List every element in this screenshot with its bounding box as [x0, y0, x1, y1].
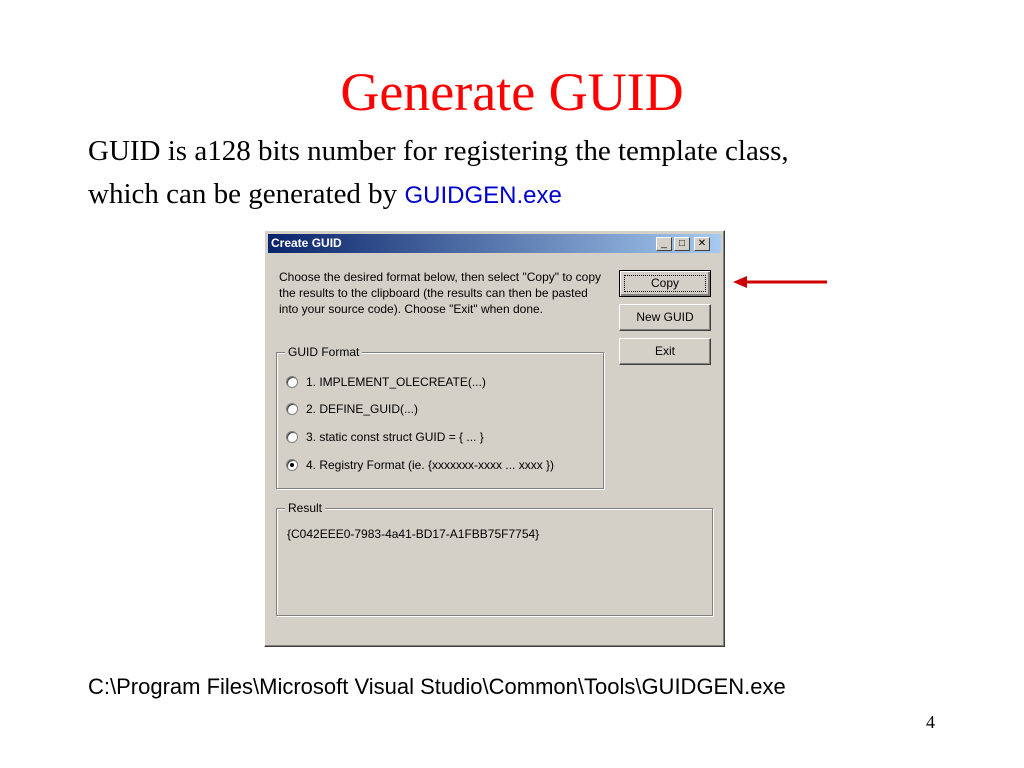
exit-button[interactable]: Exit: [619, 338, 711, 365]
format-option-1[interactable]: 1. IMPLEMENT_OLECREATE(...): [286, 374, 486, 390]
format-option-label: 3. static const struct GUID = { ... }: [306, 430, 484, 444]
result-group: Result {C042EEE0-7983-4a41-BD17-A1FBB75F…: [276, 501, 713, 616]
copy-button-label: Copy: [650, 276, 679, 290]
program-name: GUIDGEN.exe: [404, 182, 562, 209]
format-option-4[interactable]: 4. Registry Format (ie. {xxxxxxx-xxxx ..…: [286, 457, 554, 473]
result-label: Result: [285, 501, 326, 515]
guid-format-label: GUID Format: [285, 345, 363, 359]
maximize-icon[interactable]: □: [674, 237, 690, 251]
title-bar[interactable]: Create GUID _ □ ✕: [268, 234, 721, 253]
close-icon[interactable]: ✕: [694, 237, 710, 251]
new-guid-button[interactable]: New GUID: [619, 304, 711, 331]
window-title: Create GUID: [271, 236, 342, 250]
intro-line-2-text: which can be generated by: [88, 178, 405, 210]
intro-text: GUID is a128 bits number for registering…: [88, 130, 948, 217]
format-option-label: 2. DEFINE_GUID(...): [306, 402, 419, 416]
minimize-icon[interactable]: _: [656, 237, 672, 251]
slide-title: Generate GUID: [340, 62, 684, 122]
create-guid-dialog: Create GUID _ □ ✕ Choose the desired for…: [264, 230, 725, 647]
left-arrow-icon: [733, 276, 827, 288]
format-option-2[interactable]: 2. DEFINE_GUID(...): [286, 401, 418, 417]
format-option-label: 1. IMPLEMENT_OLECREATE(...): [306, 375, 486, 389]
file-path: C:\Program Files\Microsoft Visual Studio…: [88, 674, 786, 699]
guid-format-group: GUID Format 1. IMPLEMENT_OLECREATE(...) …: [276, 345, 604, 489]
radio-icon[interactable]: [286, 376, 298, 388]
instructions-text: Choose the desired format below, then se…: [279, 270, 602, 316]
exit-button-label: Exit: [654, 344, 675, 358]
intro-line-2: which can be generated by GUIDGEN.exe: [88, 173, 948, 217]
radio-icon[interactable]: [286, 403, 298, 415]
radio-selected-icon[interactable]: [286, 459, 298, 471]
intro-line-1: GUID is a128 bits number for registering…: [88, 135, 789, 167]
page-number: 4: [926, 712, 935, 732]
format-option-label: 4. Registry Format (ie. {xxxxxxx-xxxx ..…: [306, 458, 555, 472]
result-value: {C042EEE0-7983-4a41-BD17-A1FBB75F7754}: [287, 527, 540, 541]
copy-button[interactable]: Copy: [619, 270, 711, 297]
radio-icon[interactable]: [286, 431, 298, 443]
format-option-3[interactable]: 3. static const struct GUID = { ... }: [286, 429, 484, 445]
new-guid-button-label: New GUID: [636, 310, 694, 324]
